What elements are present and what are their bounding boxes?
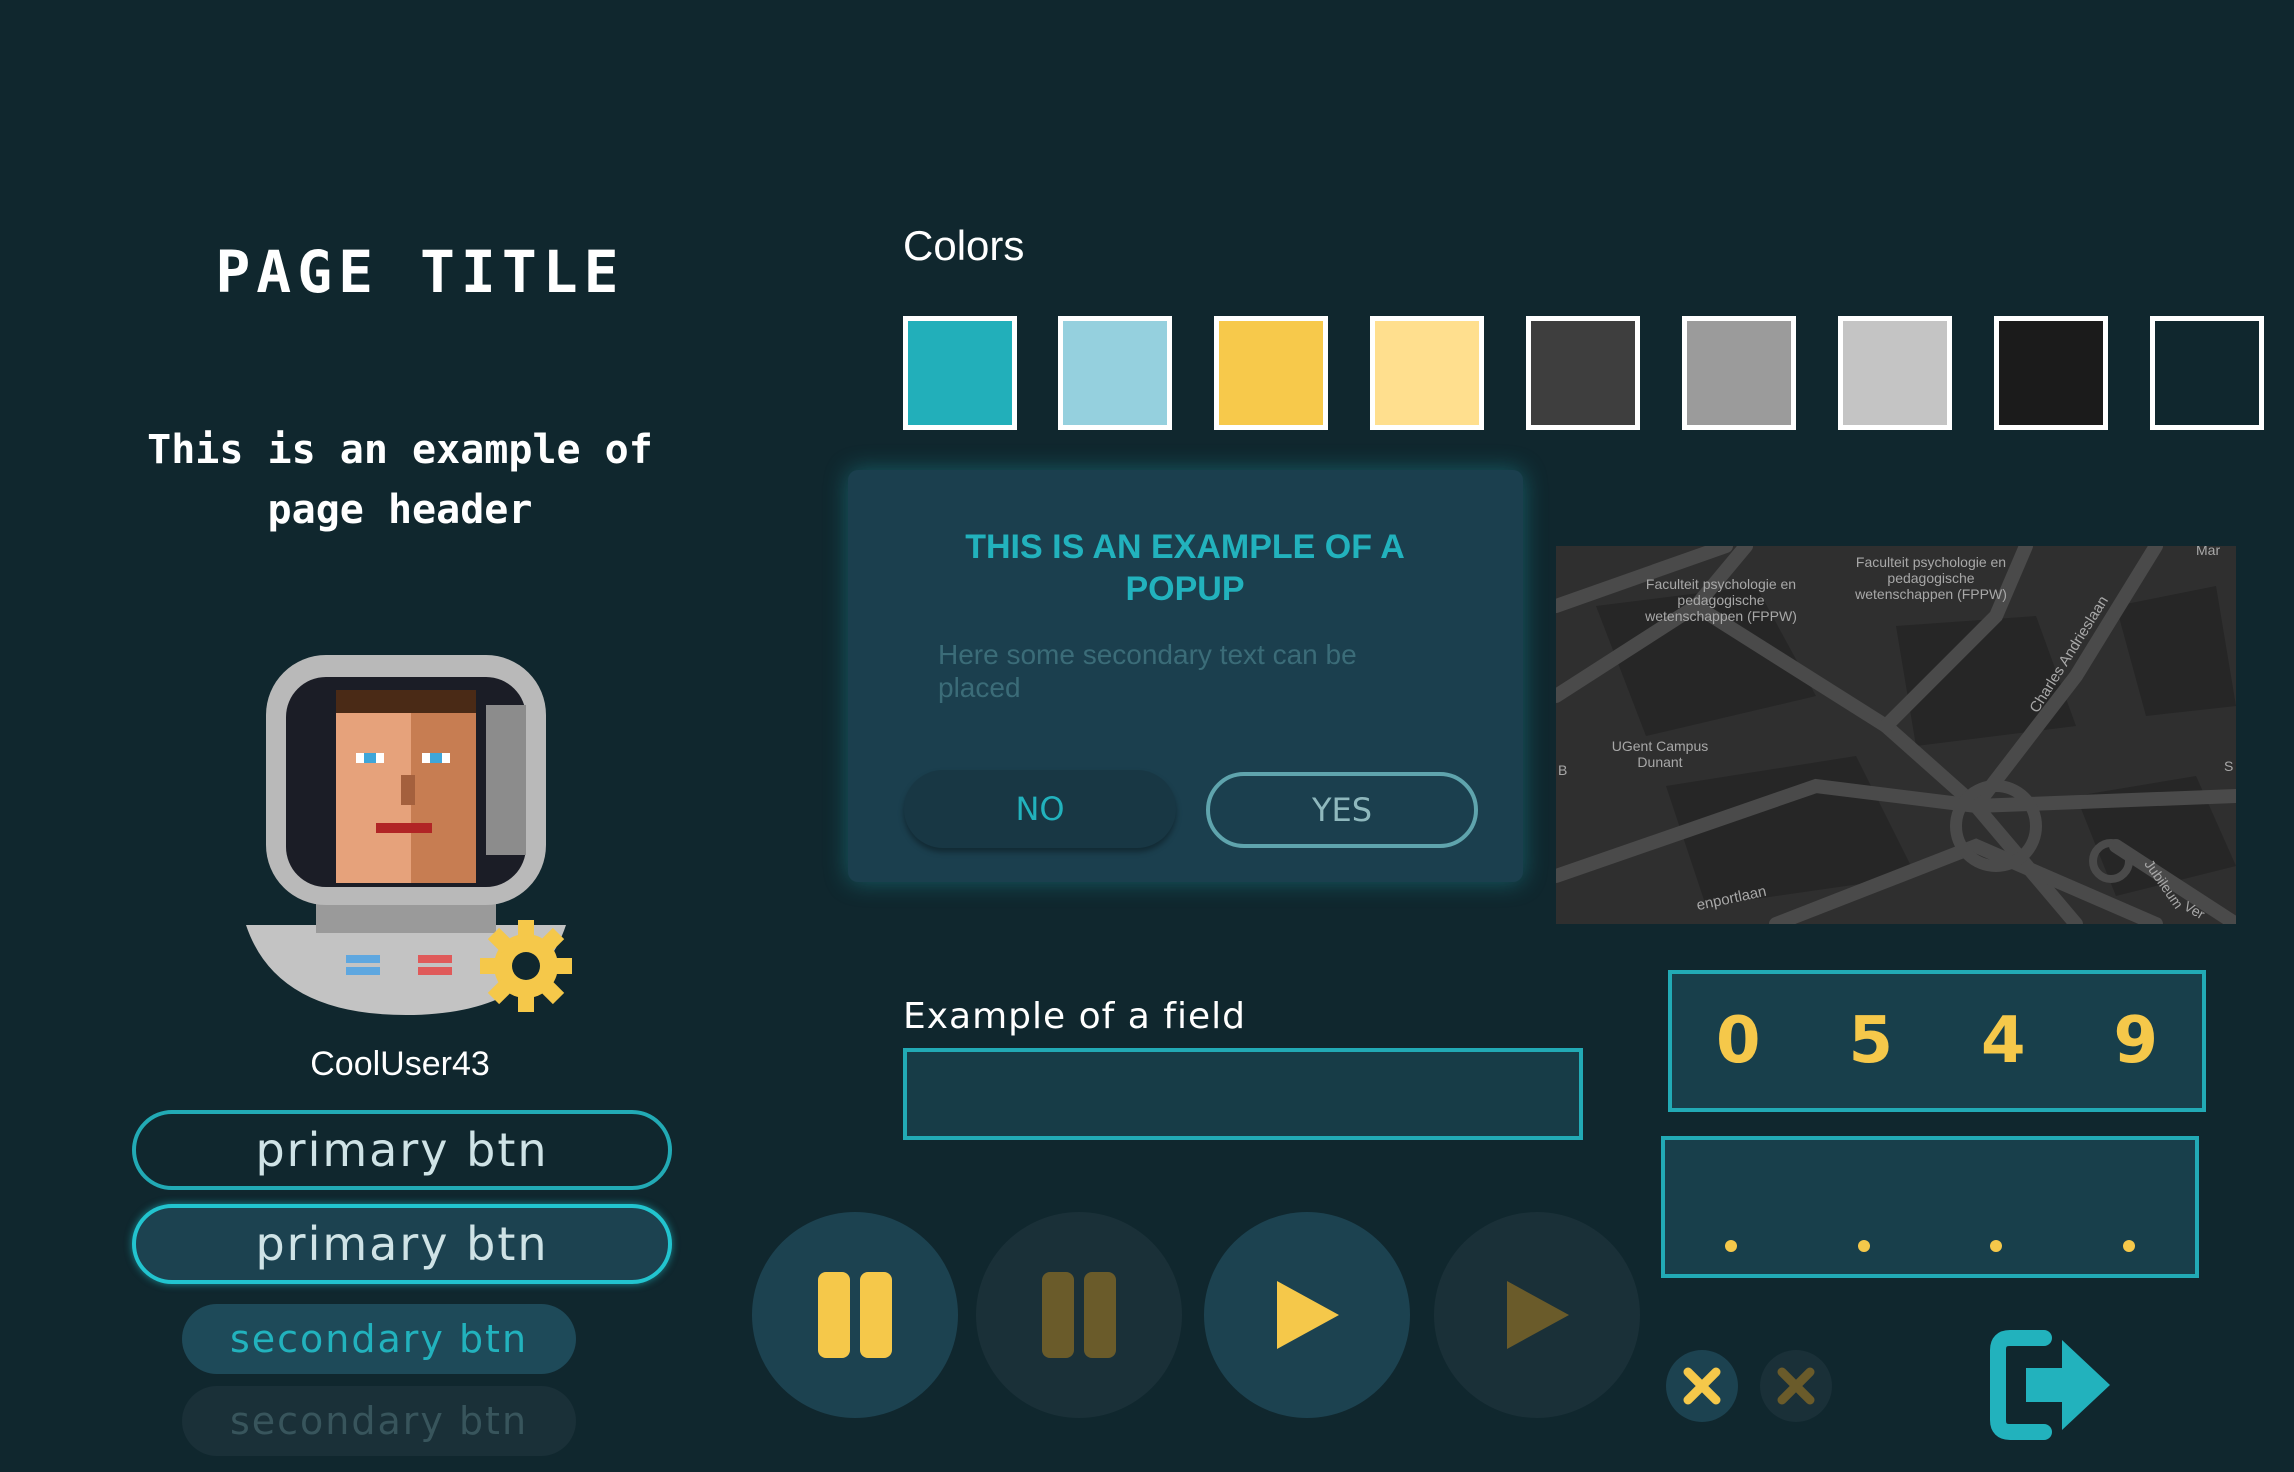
- map-label-mar: Mar: [2196, 546, 2221, 558]
- settings-gear-icon[interactable]: [476, 916, 576, 1016]
- close-icon-disabled: [1777, 1367, 1815, 1405]
- code-display[interactable]: 0 5 4 9: [1668, 970, 2206, 1112]
- map-label-s: S: [2224, 758, 2234, 774]
- map-label-b: B: [1558, 762, 1568, 778]
- page-header: This is an example of page header: [147, 427, 653, 533]
- play-button-disabled: [1434, 1212, 1640, 1418]
- popup-yes-button[interactable]: YES: [1206, 772, 1478, 848]
- example-field[interactable]: [903, 1048, 1583, 1140]
- pin-dot: [1990, 1240, 2003, 1252]
- primary-button-filled[interactable]: primary btn: [132, 1204, 672, 1284]
- pause-icon: [818, 1272, 892, 1358]
- code-digit: 9: [2113, 1004, 2159, 1078]
- map-label-fppw-2: Faculteit psychologie en pedagogische we…: [1855, 554, 2007, 602]
- play-button[interactable]: [1204, 1212, 1410, 1418]
- pin-dot: [1857, 1240, 1870, 1252]
- colors-title: Colors: [903, 222, 1025, 269]
- play-icon: [1277, 1281, 1339, 1349]
- username: CoolUser43: [310, 1045, 490, 1083]
- code-digit: 0: [1715, 1004, 1761, 1078]
- pause-icon-disabled: [1042, 1272, 1116, 1358]
- close-icon: [1683, 1367, 1721, 1405]
- logout-icon[interactable]: [1990, 1330, 2114, 1440]
- color-swatch[interactable]: [903, 316, 1017, 430]
- popup-title: THIS IS AN EXAMPLE OF A POPUP: [965, 528, 1405, 608]
- popup-no-button[interactable]: NO: [904, 770, 1176, 848]
- secondary-button-disabled: secondary btn: [182, 1386, 576, 1456]
- close-button-disabled: [1760, 1350, 1832, 1422]
- popup-text: Here some secondary text can be placed: [938, 639, 1357, 703]
- map-label-campus: UGent Campus Dunant: [1611, 738, 1709, 770]
- primary-button-outline[interactable]: primary btn: [132, 1110, 672, 1190]
- color-swatch[interactable]: [1058, 316, 1172, 430]
- play-icon-disabled: [1507, 1281, 1569, 1349]
- color-swatch[interactable]: [1370, 316, 1484, 430]
- close-button[interactable]: [1666, 1350, 1738, 1422]
- code-digit: 4: [1980, 1004, 2026, 1078]
- code-digit: 5: [1848, 1004, 1894, 1078]
- field-label: Example of a field: [903, 996, 1246, 1037]
- pause-button[interactable]: [752, 1212, 958, 1418]
- pin-dot: [2122, 1240, 2135, 1252]
- pause-button-disabled: [976, 1212, 1182, 1418]
- color-swatch[interactable]: [1214, 316, 1328, 430]
- color-swatch[interactable]: [1526, 316, 1640, 430]
- color-swatch[interactable]: [2150, 316, 2264, 430]
- map[interactable]: Faculteit psychologie en pedagogische we…: [1556, 546, 2236, 924]
- page-title: PAGE TITLE: [215, 238, 625, 306]
- color-swatch[interactable]: [1838, 316, 1952, 430]
- color-swatch[interactable]: [1994, 316, 2108, 430]
- map-label-fppw-1: Faculteit psychologie en pedagogische we…: [1645, 576, 1797, 624]
- pin-dot: [1725, 1240, 1738, 1252]
- color-swatch[interactable]: [1682, 316, 1796, 430]
- secondary-button[interactable]: secondary btn: [182, 1304, 576, 1374]
- pin-input[interactable]: [1661, 1136, 2199, 1278]
